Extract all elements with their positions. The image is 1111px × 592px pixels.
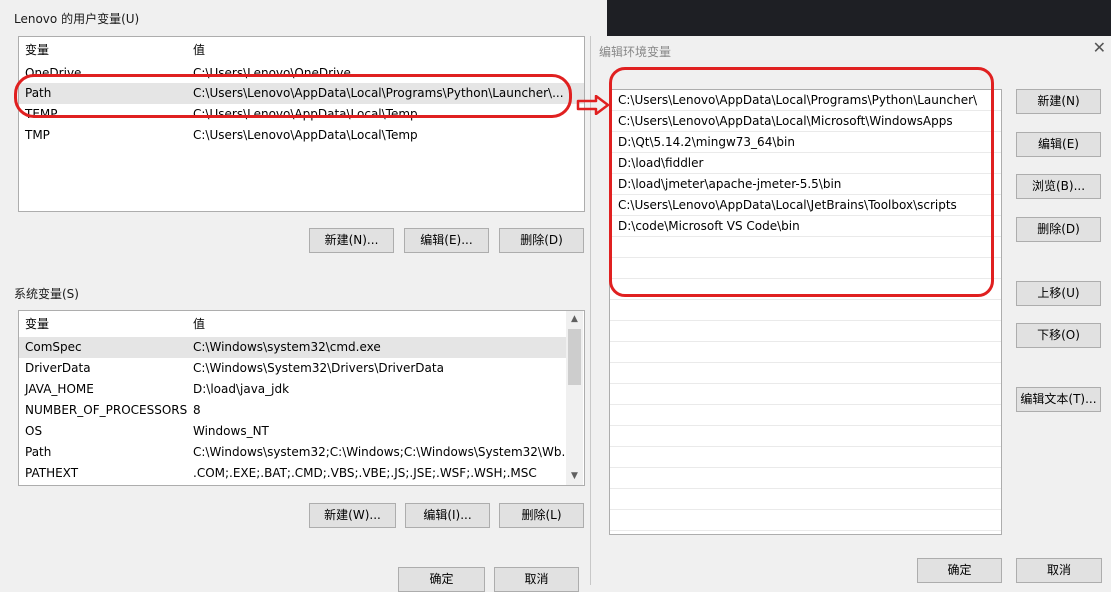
dialog-title: 编辑环境变量 <box>599 45 672 59</box>
var-name: DriverData <box>25 361 91 375</box>
var-value: C:\Windows\System32\Drivers\DriverData <box>193 361 444 375</box>
empty-row[interactable] <box>610 405 1001 426</box>
user-vars-list[interactable]: 变量 值 OneDrive C:\Users\Lenovo\OneDrive P… <box>18 36 585 212</box>
sys-vars-group-label: 系统变量(S) <box>14 287 79 301</box>
user-vars-group-label: Lenovo 的用户变量(U) <box>14 12 140 26</box>
edit-edit-button[interactable]: 编辑(E) <box>1016 132 1101 157</box>
user-vars-header: 变量 值 <box>19 37 584 59</box>
annotation-box-path-list <box>609 67 994 297</box>
move-down-button[interactable]: 下移(O) <box>1016 323 1101 348</box>
sys-edit-button[interactable]: 编辑(I)... <box>405 503 490 528</box>
col-header-variable[interactable]: 变量 <box>25 41 49 58</box>
edit-browse-button[interactable]: 浏览(B)... <box>1016 174 1101 199</box>
main-ok-button[interactable]: 确定 <box>398 567 485 592</box>
sys-var-row-pathext[interactable]: PATHEXT .COM;.EXE;.BAT;.CMD;.VBS;.VBE;.J… <box>19 463 567 484</box>
user-new-button[interactable]: 新建(N)... <box>309 228 394 253</box>
user-edit-button[interactable]: 编辑(E)... <box>404 228 489 253</box>
col-header-variable[interactable]: 变量 <box>25 315 49 332</box>
edit-cancel-button[interactable]: 取消 <box>1016 558 1102 583</box>
var-value: C:\Windows\system32\cmd.exe <box>193 340 381 354</box>
empty-row[interactable] <box>610 468 1001 489</box>
main-cancel-button[interactable]: 取消 <box>494 567 579 592</box>
var-name: OS <box>25 424 43 438</box>
edit-text-button[interactable]: 编辑文本(T)... <box>1016 387 1101 412</box>
var-value: C:\Windows\system32;C:\Windows;C:\Window… <box>193 445 573 459</box>
empty-row[interactable] <box>610 447 1001 468</box>
empty-row[interactable] <box>610 489 1001 510</box>
move-up-button[interactable]: 上移(U) <box>1016 281 1101 306</box>
var-name: ComSpec <box>25 340 82 354</box>
var-name: TMP <box>25 128 50 142</box>
empty-row[interactable] <box>610 384 1001 405</box>
sys-var-row-number-of-processors[interactable]: NUMBER_OF_PROCESSORS 8 <box>19 400 567 421</box>
scroll-up-icon[interactable]: ▲ <box>566 311 583 328</box>
var-value: C:\Users\Lenovo\AppData\Local\Temp <box>193 128 418 142</box>
empty-row[interactable] <box>610 363 1001 384</box>
col-header-value[interactable]: 值 <box>193 41 205 58</box>
empty-row[interactable] <box>610 300 1001 321</box>
empty-row[interactable] <box>610 510 1001 531</box>
var-value: Windows_NT <box>193 424 269 438</box>
close-icon[interactable]: ✕ <box>1093 38 1106 57</box>
col-header-value[interactable]: 值 <box>193 315 205 332</box>
empty-row[interactable] <box>610 342 1001 363</box>
edit-ok-button[interactable]: 确定 <box>917 558 1002 583</box>
user-delete-button[interactable]: 删除(D) <box>499 228 584 253</box>
var-value: .COM;.EXE;.BAT;.CMD;.VBS;.VBE;.JS;.JSE;.… <box>193 466 537 480</box>
sys-var-row-os[interactable]: OS Windows_NT <box>19 421 567 442</box>
sys-var-row-path[interactable]: Path C:\Windows\system32;C:\Windows;C:\W… <box>19 442 573 463</box>
edit-delete-button[interactable]: 删除(D) <box>1016 217 1101 242</box>
var-value: 8 <box>193 403 201 417</box>
sys-var-row-comspec[interactable]: ComSpec C:\Windows\system32\cmd.exe <box>19 337 567 358</box>
sys-vars-scrollbar[interactable]: ▲ ▼ <box>566 311 583 485</box>
sys-var-row-driverdata[interactable]: DriverData C:\Windows\System32\Drivers\D… <box>19 358 567 379</box>
var-name: NUMBER_OF_PROCESSORS <box>25 403 188 417</box>
desktop-background <box>607 0 1111 38</box>
annotation-circle-path-row <box>14 74 572 118</box>
sys-new-button[interactable]: 新建(W)... <box>309 503 396 528</box>
annotation-arrow-icon <box>576 95 610 115</box>
var-name: PATHEXT <box>25 466 79 480</box>
var-name: Path <box>25 445 52 459</box>
var-value: D:\load\java_jdk <box>193 382 290 396</box>
user-var-row-tmp[interactable]: TMP C:\Users\Lenovo\AppData\Local\Temp <box>19 125 584 146</box>
scroll-thumb[interactable] <box>568 329 581 385</box>
sys-delete-button[interactable]: 删除(L) <box>499 503 584 528</box>
sys-vars-list[interactable]: 变量 值 ComSpec C:\Windows\system32\cmd.exe… <box>18 310 585 486</box>
edit-new-button[interactable]: 新建(N) <box>1016 89 1101 114</box>
var-name: JAVA_HOME <box>25 382 94 396</box>
sys-vars-header: 变量 值 <box>19 311 584 333</box>
empty-row[interactable] <box>610 321 1001 342</box>
empty-row[interactable] <box>610 426 1001 447</box>
scroll-down-icon[interactable]: ▼ <box>566 468 583 485</box>
sys-var-row-java-home[interactable]: JAVA_HOME D:\load\java_jdk <box>19 379 567 400</box>
